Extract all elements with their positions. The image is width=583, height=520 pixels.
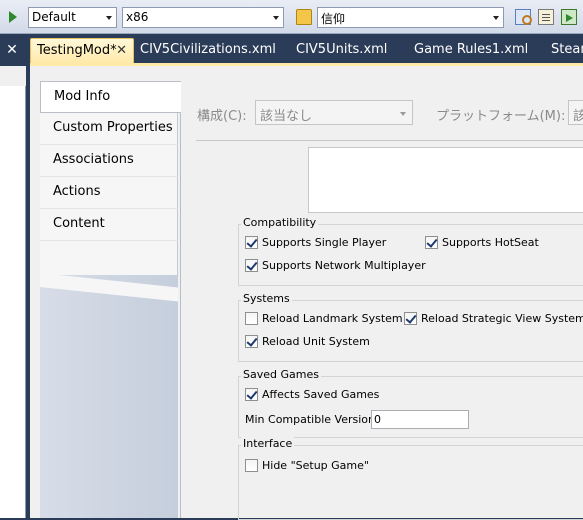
supports-single-player-option[interactable]: Supports Single Player bbox=[245, 236, 386, 249]
tab-label: TestingMod* bbox=[37, 43, 117, 58]
start-debug-icon[interactable] bbox=[9, 11, 17, 23]
find-in-files-icon[interactable] bbox=[515, 9, 532, 25]
saved-games-group: Saved Games Affects Saved Games Min Comp… bbox=[238, 368, 583, 438]
group-title: Compatibility bbox=[241, 216, 319, 229]
header-separator bbox=[196, 140, 583, 141]
description-textbox[interactable] bbox=[308, 147, 583, 213]
reload-strategic-view-option[interactable]: Reload Strategic View System bbox=[404, 312, 583, 325]
close-icon[interactable]: ✕ bbox=[0, 37, 24, 63]
platform-combo[interactable]: 該 bbox=[568, 100, 583, 125]
left-tool-window bbox=[0, 66, 30, 518]
solution-platform-value: x86 bbox=[126, 10, 149, 24]
checkbox-label: Reload Unit System bbox=[262, 335, 370, 348]
tab-label: CIV5Units.xml bbox=[296, 42, 388, 57]
open-file-icon[interactable] bbox=[296, 9, 312, 25]
configuration-combo-value: 該当なし bbox=[260, 109, 313, 124]
tab-label: Stear bbox=[551, 42, 583, 57]
tab-civ5civilizations[interactable]: CIV5Civilizations.xml bbox=[134, 38, 276, 64]
reload-landmark-checkbox[interactable] bbox=[245, 312, 258, 325]
close-tab-icon[interactable]: ✕ bbox=[116, 39, 127, 63]
side-nav-item-actions[interactable]: Actions bbox=[40, 177, 178, 209]
supports-network-multiplayer-checkbox[interactable] bbox=[245, 259, 258, 272]
systems-group: Systems Reload Landmark System Reload St… bbox=[238, 292, 583, 362]
checkbox-label: Affects Saved Games bbox=[262, 388, 380, 401]
side-nav-label: Mod Info bbox=[54, 89, 111, 104]
side-nav-label: Actions bbox=[53, 184, 101, 199]
export-icon[interactable] bbox=[561, 9, 577, 25]
solution-configuration-value: Default bbox=[32, 10, 76, 24]
reload-unit-checkbox[interactable] bbox=[245, 335, 258, 348]
interface-group: Interface Hide "Setup Game" bbox=[238, 437, 583, 520]
solution-platform-combo[interactable]: x86 bbox=[122, 7, 284, 28]
supports-hotseat-checkbox[interactable] bbox=[425, 236, 438, 249]
find-combo-value: 信仰 bbox=[321, 12, 346, 26]
chevron-down-icon bbox=[106, 16, 112, 20]
mod-properties-editor: Mod Info Custom Properties Associations … bbox=[30, 66, 583, 520]
chevron-down-icon bbox=[273, 16, 279, 20]
reload-strategic-view-checkbox[interactable] bbox=[404, 312, 417, 325]
standard-toolbar: Default x86 信仰 bbox=[0, 0, 583, 34]
tab-label: CIV5Civilizations.xml bbox=[140, 42, 276, 57]
configuration-combo[interactable]: 該当なし bbox=[255, 100, 413, 125]
checkbox-label: Hide "Setup Game" bbox=[262, 459, 369, 472]
checkbox-label: Supports HotSeat bbox=[442, 236, 539, 249]
tab-game-rules1[interactable]: Game Rules1.xml bbox=[408, 38, 528, 64]
tab-civ5units[interactable]: CIV5Units.xml bbox=[290, 38, 387, 64]
find-combo[interactable]: 信仰 bbox=[317, 7, 504, 28]
affects-saved-games-checkbox[interactable] bbox=[245, 388, 258, 401]
checkbox-label: Supports Single Player bbox=[262, 236, 387, 249]
chevron-down-icon bbox=[493, 16, 499, 20]
left-pane-header bbox=[0, 66, 26, 88]
tab-stear[interactable]: Stear bbox=[545, 38, 583, 64]
group-title: Interface bbox=[241, 437, 295, 450]
configuration-label: 構成(C): bbox=[197, 109, 247, 124]
mod-info-page: 構成(C): 該当なし プラットフォーム(M): 該 Compatibility… bbox=[180, 81, 583, 520]
hide-setup-game-option[interactable]: Hide "Setup Game" bbox=[245, 459, 369, 472]
left-pane-body bbox=[0, 86, 26, 518]
min-compatible-version-label: Min Compatible Version: bbox=[245, 413, 379, 426]
compatibility-group: Compatibility Supports Single Player Sup… bbox=[238, 216, 583, 286]
reload-unit-option[interactable]: Reload Unit System bbox=[245, 335, 370, 348]
side-nav-item-content[interactable]: Content bbox=[40, 209, 178, 241]
solution-configuration-combo[interactable]: Default bbox=[28, 7, 117, 28]
properties-icon[interactable] bbox=[538, 9, 554, 25]
group-title: Systems bbox=[241, 292, 292, 305]
supports-single-player-checkbox[interactable] bbox=[245, 236, 258, 249]
supports-hotseat-option[interactable]: Supports HotSeat bbox=[425, 236, 539, 249]
platform-label: プラットフォーム(M): bbox=[436, 109, 566, 124]
platform-combo-value: 該 bbox=[573, 109, 583, 124]
checkbox-label: Supports Network Multiplayer bbox=[262, 259, 426, 272]
side-nav-item-custom-properties[interactable]: Custom Properties bbox=[40, 113, 178, 145]
side-nav-item-mod-info[interactable]: Mod Info bbox=[40, 81, 181, 113]
side-nav-label: Custom Properties bbox=[53, 120, 173, 135]
chevron-down-icon bbox=[400, 112, 406, 116]
side-nav-label: Associations bbox=[53, 152, 134, 167]
group-title: Saved Games bbox=[241, 368, 321, 381]
hide-setup-game-checkbox[interactable] bbox=[245, 459, 258, 472]
side-nav-item-associations[interactable]: Associations bbox=[40, 145, 178, 177]
tab-label: Game Rules1.xml bbox=[414, 42, 529, 57]
properties-side-nav: Mod Info Custom Properties Associations … bbox=[40, 81, 181, 518]
checkbox-label: Reload Strategic View System bbox=[421, 312, 583, 325]
checkbox-label: Reload Landmark System bbox=[262, 312, 403, 325]
affects-saved-games-option[interactable]: Affects Saved Games bbox=[245, 388, 379, 401]
reload-landmark-option[interactable]: Reload Landmark System bbox=[245, 312, 403, 325]
side-nav-label: Content bbox=[53, 216, 105, 231]
min-compatible-version-input[interactable]: 0 bbox=[371, 410, 469, 429]
tab-testingmod[interactable]: TestingMod* ✕ bbox=[30, 38, 134, 64]
supports-network-multiplayer-option[interactable]: Supports Network Multiplayer bbox=[245, 259, 426, 272]
